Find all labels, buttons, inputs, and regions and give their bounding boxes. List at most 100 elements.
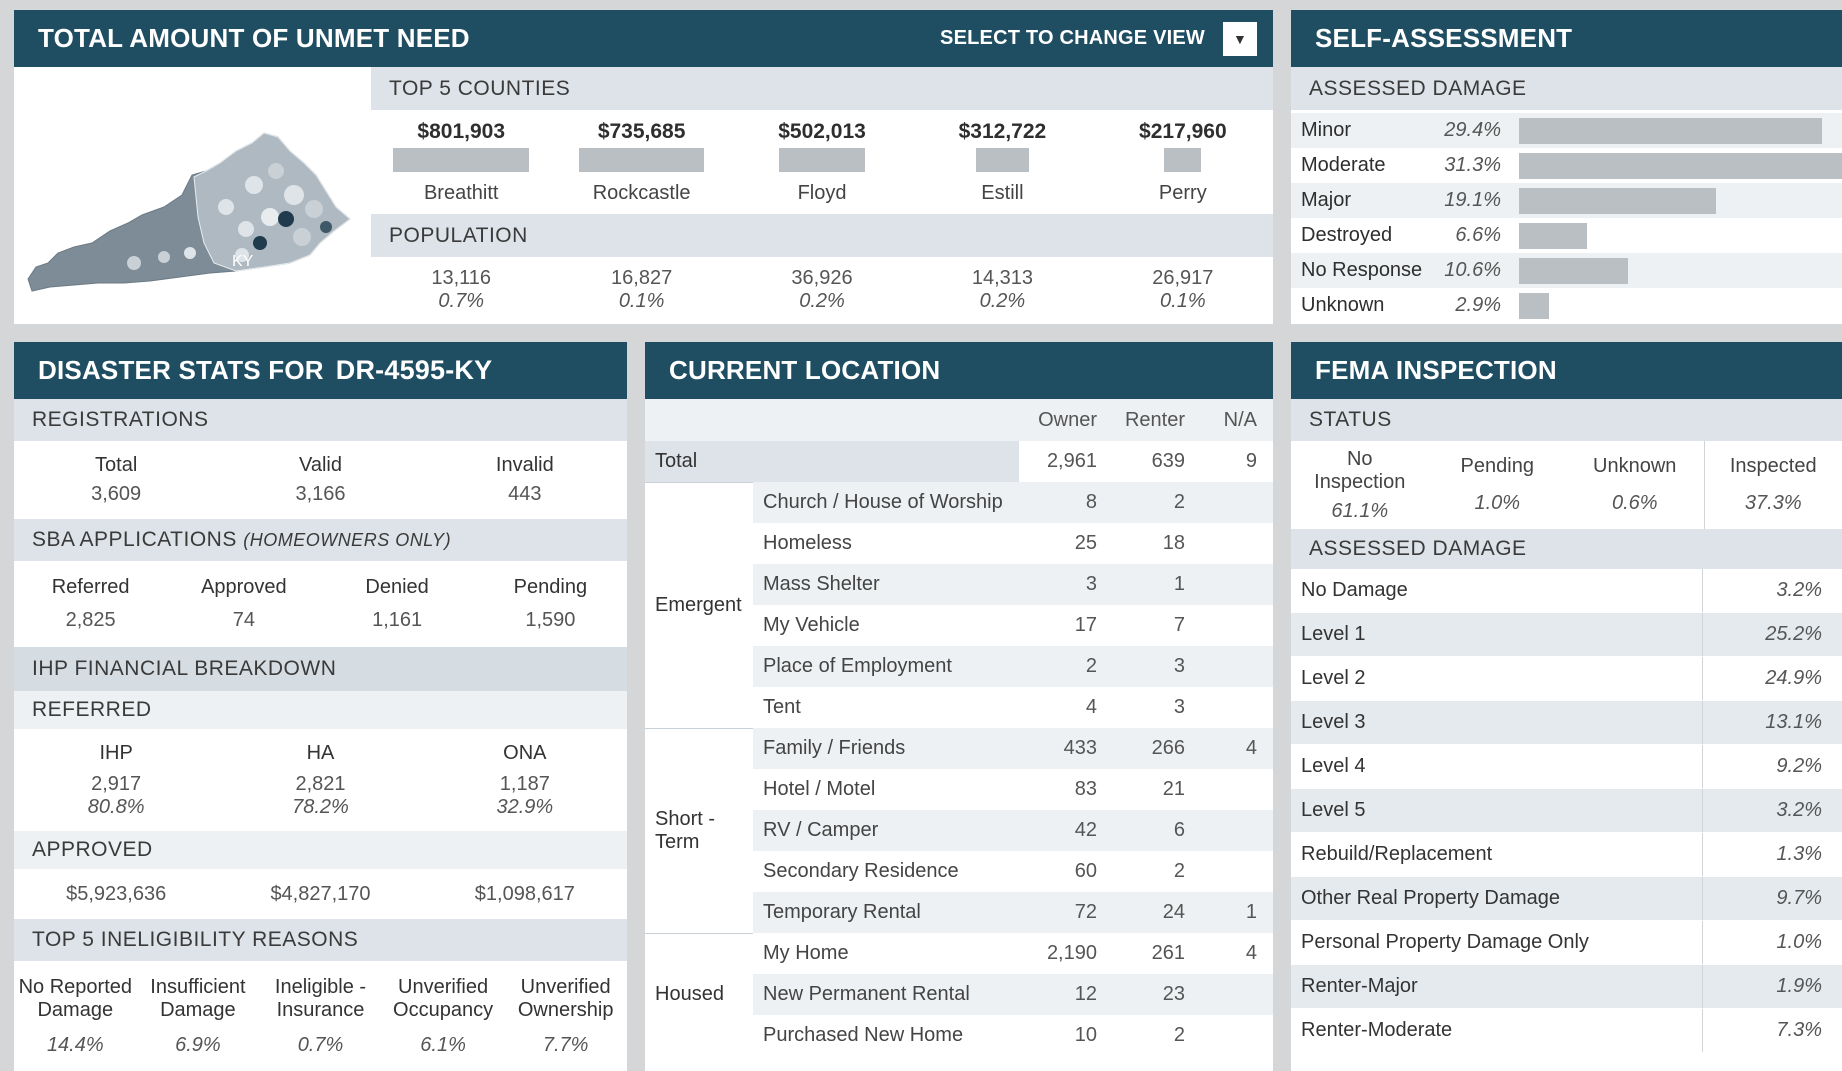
row-label: Tent xyxy=(763,696,801,718)
ineligibility-reason: Unverified Occupancy 6.1% xyxy=(382,976,505,1057)
location-row[interactable]: Emergent Church / House of Worship 8 2 xyxy=(645,481,1273,728)
fema-inspection-panel: FEMA INSPECTION STATUS No Inspection 61.1%… xyxy=(1291,342,1842,1071)
stat-label: Pending xyxy=(513,576,588,598)
status-label: Pending xyxy=(1460,455,1534,477)
renter-count: 24 xyxy=(1113,892,1201,933)
population-cell: 14,313 0.2% xyxy=(912,257,1092,324)
status-no-inspection[interactable]: No Inspection 61.1% xyxy=(1291,441,1429,529)
col-header-owner: Owner xyxy=(1038,408,1097,431)
row-label: Minor xyxy=(1301,119,1352,141)
county-name: Estill xyxy=(981,182,1024,204)
damage-pct: 9.2% xyxy=(1702,745,1842,788)
stat-value: 2,821 xyxy=(295,772,346,795)
damage-label: Level 5 xyxy=(1301,799,1366,821)
population-value: 26,917 xyxy=(1152,267,1214,289)
self-assessment-row[interactable]: Unknown 2.9% xyxy=(1291,288,1842,323)
county-card[interactable]: $735,685 Rockcastle xyxy=(551,110,731,214)
ineligibility-reason: Ineligible - Insurance 0.7% xyxy=(259,976,382,1057)
damage-row[interactable]: Rebuild/Replacement 1.3% xyxy=(1291,833,1842,877)
ihp-approved-label: APPROVED xyxy=(32,838,153,861)
damage-row[interactable]: Level 5 3.2% xyxy=(1291,789,1842,833)
disaster-stats-panel: DISASTER STATS FOR DR-4595-KY REGISTRATI… xyxy=(14,342,627,1071)
damage-row[interactable]: Renter-Moderate 7.3% xyxy=(1291,1009,1842,1053)
fema-damage-list: No Damage 3.2% Level 1 25.2% Level 2 24.9% … xyxy=(1291,569,1842,1053)
population-pct: 0.2% xyxy=(979,290,1026,312)
owner-count: 8 xyxy=(1019,482,1113,523)
chevron-down-icon[interactable]: ▼ xyxy=(1223,21,1257,56)
sba-stat: Denied 1,161 xyxy=(321,576,474,632)
damage-row[interactable]: No Damage 3.2% xyxy=(1291,569,1842,613)
stat-value: 3,166 xyxy=(295,483,346,505)
na-count: 4 xyxy=(1201,728,1273,769)
disaster-stats-title: DISASTER STATS FOR xyxy=(38,355,324,385)
self-assessment-row[interactable]: Destroyed 6.6% xyxy=(1291,218,1842,253)
county-shape xyxy=(158,251,170,263)
damage-row[interactable]: Level 2 24.9% xyxy=(1291,657,1842,701)
renter-count: 6 xyxy=(1113,810,1201,851)
ineligibility-reason: Insufficient Damage 6.9% xyxy=(137,976,260,1057)
renter-count: 18 xyxy=(1162,532,1185,554)
damage-row[interactable]: Personal Property Damage Only 1.0% xyxy=(1291,921,1842,965)
unmet-need-panel: TOTAL AMOUNT OF UNMET NEED SELECT TO CHA… xyxy=(14,10,1273,324)
self-assessment-row[interactable]: Moderate 31.3% xyxy=(1291,148,1842,183)
county-card[interactable]: $312,722 Estill xyxy=(912,110,1092,214)
reason-line: Occupancy xyxy=(393,998,494,1021)
registration-stat: Total 3,609 xyxy=(14,454,218,506)
stat-value: 443 xyxy=(508,483,542,505)
owner-count: 83 xyxy=(1074,778,1097,800)
sba-label: SBA APPLICATIONS xyxy=(32,528,237,551)
damage-row[interactable]: Renter-Major 1.9% xyxy=(1291,965,1842,1009)
status-label: Inspection xyxy=(1314,470,1406,493)
stat-value: 2,917 xyxy=(91,772,142,795)
population-subheader: POPULATION xyxy=(371,214,1273,257)
approved-amount: $5,923,636 xyxy=(66,882,167,905)
self-assessment-row[interactable]: Major 19.1% xyxy=(1291,183,1842,218)
self-assessment-row[interactable]: No Response 10.6% xyxy=(1291,253,1842,288)
location-row[interactable]: Short - Term Family / Friends 433 266 4 xyxy=(645,727,1273,933)
self-assessment-row[interactable]: Minor 29.4% xyxy=(1291,113,1842,148)
location-total-row[interactable]: Total 2,961 639 9 xyxy=(645,441,1273,482)
stat-label: ONA xyxy=(503,741,547,764)
self-assessment-title: SELF-ASSESSMENT xyxy=(1315,23,1573,53)
location-row[interactable]: Housed My Home 2,190 261 4 xyxy=(645,932,1273,1056)
approved-amount: $4,827,170 xyxy=(270,882,371,905)
row-pct: 31.3% xyxy=(1444,154,1501,176)
assessment-bar xyxy=(1519,117,1823,144)
owner-count: 72 xyxy=(1019,892,1113,933)
na-count xyxy=(1201,482,1273,523)
status-pending[interactable]: Pending 1.0% xyxy=(1429,441,1567,529)
status-inspected[interactable]: Inspected 37.3% xyxy=(1703,441,1842,529)
status-unknown[interactable]: Unknown 0.6% xyxy=(1566,441,1704,529)
damage-pct: 3.2% xyxy=(1702,569,1842,612)
county-card[interactable]: $801,903 Breathitt xyxy=(371,110,551,214)
view-selector[interactable]: SELECT TO CHANGE VIEW ▼ xyxy=(940,21,1257,56)
county-rockcastle[interactable] xyxy=(253,236,267,250)
renter-count: 3 xyxy=(1113,646,1201,687)
fema-damage-subheader: ASSESSED DAMAGE xyxy=(1291,529,1842,569)
stat-value: 1,187 xyxy=(499,772,550,795)
damage-row[interactable]: Level 3 13.1% xyxy=(1291,701,1842,745)
row-label: New Permanent Rental xyxy=(753,974,1019,1015)
damage-row[interactable]: Level 1 25.2% xyxy=(1291,613,1842,657)
owner-count: 60 xyxy=(1074,860,1097,882)
county-card[interactable]: $502,013 Floyd xyxy=(732,110,912,214)
row-label: Secondary Residence xyxy=(763,860,959,882)
current-location-title: CURRENT LOCATION xyxy=(669,355,941,385)
reason-line: Unverified xyxy=(398,975,489,998)
county-shape xyxy=(284,185,304,205)
reason-line: Ineligible - xyxy=(274,975,367,998)
damage-row[interactable]: Other Real Property Damage 9.7% xyxy=(1291,877,1842,921)
county-floyd[interactable] xyxy=(320,221,332,233)
reason-pct: 0.7% xyxy=(297,1033,344,1056)
na-count xyxy=(1201,769,1273,810)
fema-inspection-header: FEMA INSPECTION xyxy=(1291,342,1842,399)
kentucky-map[interactable]: KY xyxy=(14,67,371,324)
registrations-label: REGISTRATIONS xyxy=(32,408,209,431)
damage-row[interactable]: Level 4 9.2% xyxy=(1291,745,1842,789)
county-card[interactable]: $217,960 Perry xyxy=(1093,110,1273,214)
row-label: No Response xyxy=(1301,259,1423,281)
approved-amount: $1,098,617 xyxy=(474,882,575,905)
stat-value: 3,609 xyxy=(91,483,142,505)
ihp-approved-row: $5,923,636 $4,827,170 $1,098,617 xyxy=(14,869,627,919)
county-breathitt[interactable] xyxy=(278,211,294,227)
